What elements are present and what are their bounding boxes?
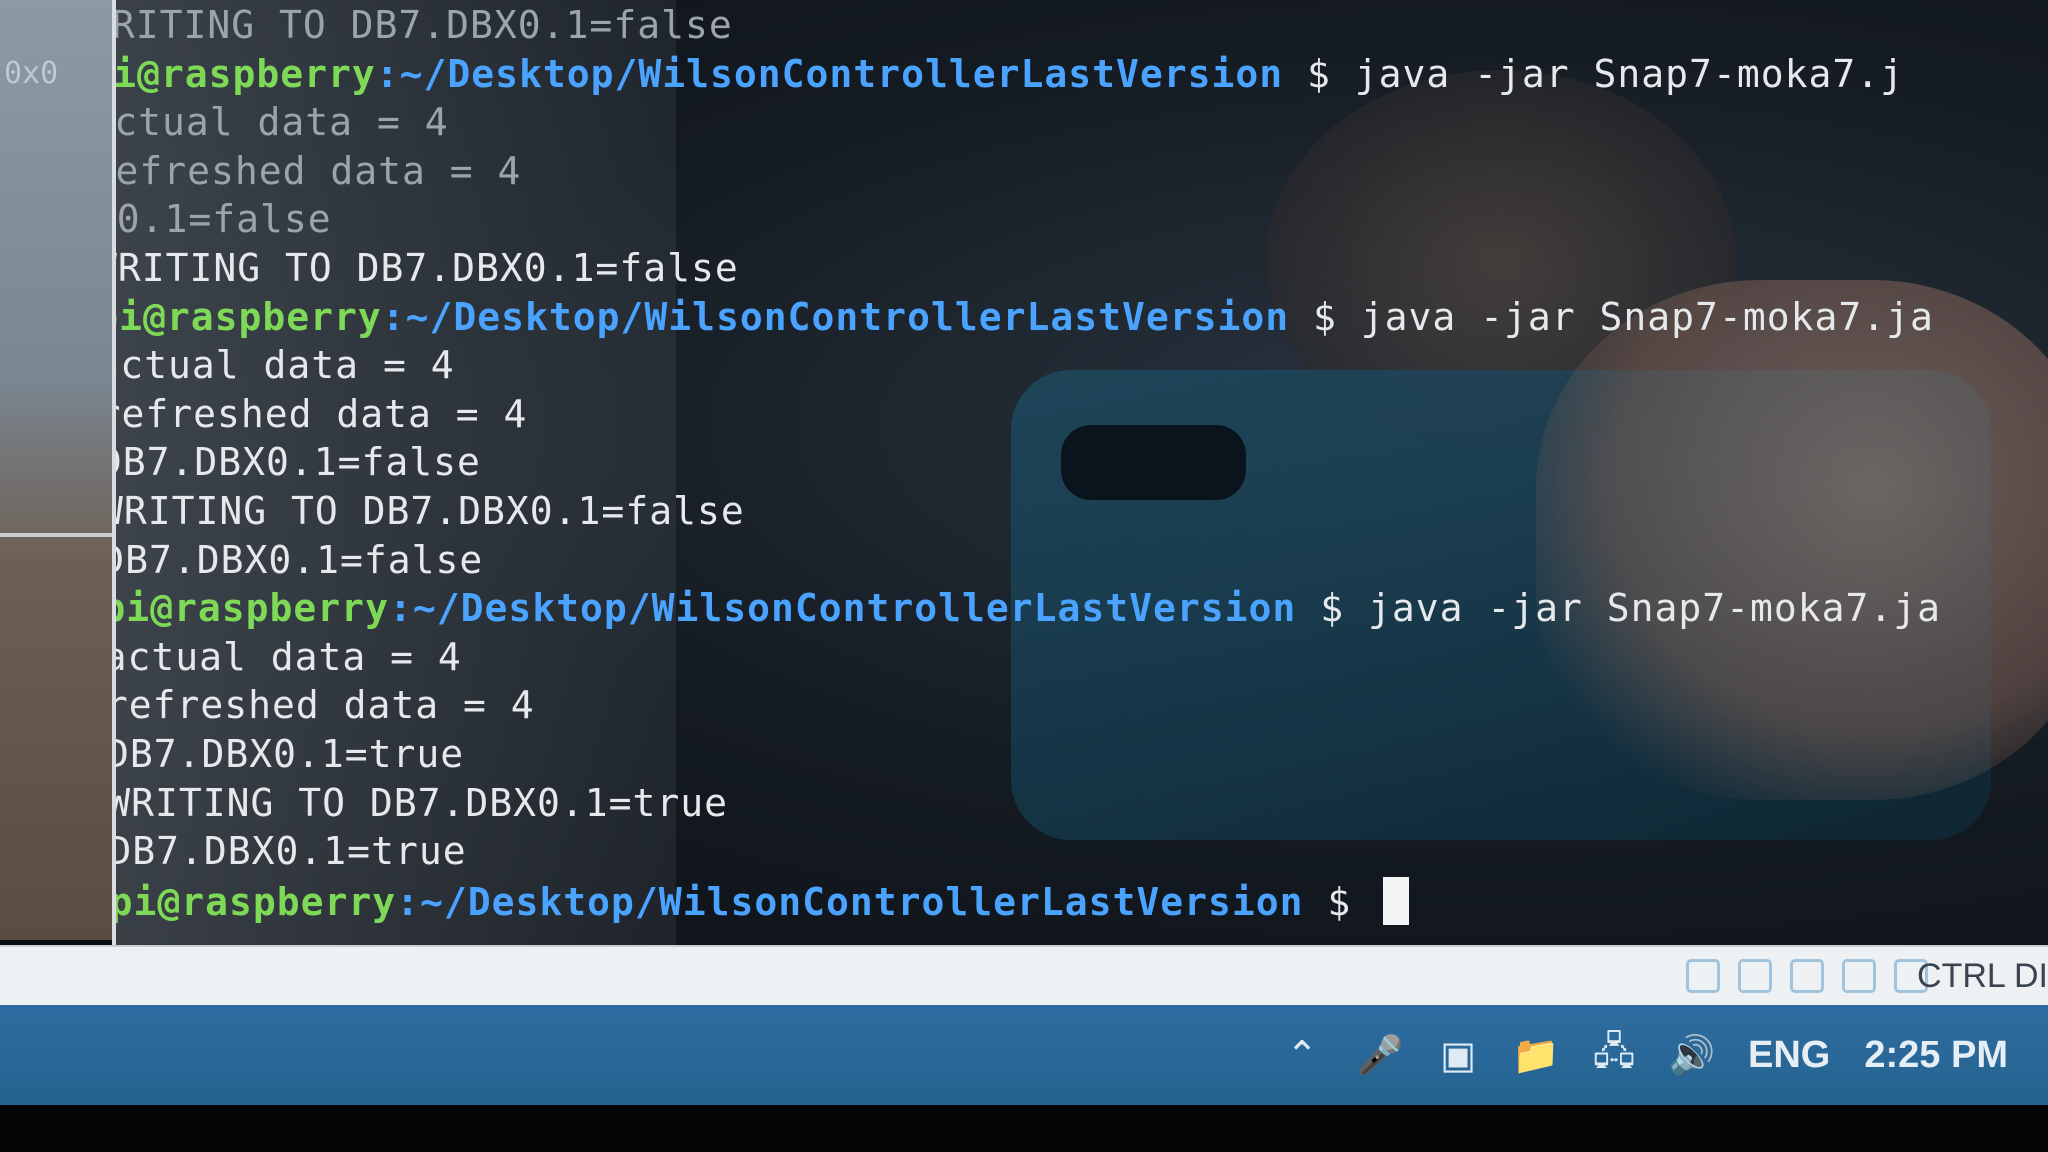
- vm-display-icon[interactable]: [1686, 959, 1720, 993]
- output-line: refreshed data = 4: [112, 683, 535, 728]
- screen-capture-icon[interactable]: ▣: [1436, 1033, 1480, 1077]
- prompt-line: pi@raspberry:~/Desktop/WilsonControllerL…: [112, 585, 1942, 631]
- prompt-user-host: pi@raspberry: [112, 294, 382, 339]
- output-line: WRITING TO DB7.DBX0.1=false: [112, 3, 733, 47]
- output-line: DB7.DBX0.1=true: [112, 829, 467, 874]
- folder-icon[interactable]: 📁: [1512, 1033, 1559, 1077]
- terminal-cursor[interactable]: [1383, 876, 1410, 925]
- monitor-bezel: [0, 1105, 2048, 1152]
- output-line: DB7.DBX0.1=true: [112, 732, 465, 776]
- output-line: actual data = 4: [112, 634, 462, 679]
- output-line: refreshed data = 4: [112, 148, 522, 193]
- volume-icon[interactable]: 🔊: [1668, 1033, 1715, 1077]
- output-line: WRITING TO DB7.DBX0.1=true: [112, 780, 729, 825]
- prompt-line: pi@raspberry:~/Desktop/WilsonControllerL…: [112, 51, 1904, 97]
- output-line: DB7.DBX0.1=false: [112, 440, 481, 485]
- command-text: java -jar Snap7-moka7.ja: [1367, 586, 1942, 631]
- prompt-user-host: pi@raspberry: [112, 879, 397, 924]
- prompt-line: pi@raspberry:~/Desktop/WilsonControllerL…: [112, 294, 1934, 340]
- prompt-path: :~/Desktop/WilsonControllerLastVersion: [396, 879, 1304, 924]
- reflection-phone-camera: [1061, 425, 1246, 500]
- terminal-window[interactable]: WRITING TO DB7.DBX0.1=false pi@raspberry:…: [112, 0, 2048, 945]
- background-window-text: 0x0: [4, 56, 59, 91]
- language-indicator[interactable]: ENG: [1748, 1034, 1830, 1077]
- vm-record-icon[interactable]: [1842, 959, 1876, 993]
- network-icon[interactable]: 🖧: [1592, 1029, 1636, 1077]
- system-tray: ⌃ 🎤 ▣ 📁 🖧 🔊 ENG 2:25 PM: [1280, 1005, 2008, 1105]
- output-line: actual data = 4: [112, 100, 449, 145]
- output-line: actual data = 4: [112, 343, 455, 388]
- prompt-symbol: $: [1296, 586, 1368, 631]
- chevron-up-icon[interactable]: ⌃: [1280, 1033, 1324, 1077]
- command-text: java -jar Snap7-moka7.j: [1354, 51, 1904, 96]
- command-text: java -jar Snap7-moka7.ja: [1360, 294, 1934, 339]
- vm-network-icon[interactable]: [1738, 959, 1772, 993]
- microphone-icon[interactable]: 🎤: [1356, 1033, 1403, 1077]
- prompt-symbol: $: [1303, 879, 1376, 924]
- vm-host-key-label: CTRL DI: [1917, 957, 2048, 995]
- prompt-symbol: $: [1283, 51, 1355, 96]
- output-line: WRITING TO DB7.DBX0.1=false: [112, 489, 745, 533]
- prompt-path: :~/Desktop/WilsonControllerLastVersion: [388, 586, 1297, 631]
- output-line: WRITING TO DB7.DBX0.1=false: [112, 246, 739, 290]
- output-line: M0.1=false: [112, 197, 332, 242]
- clock[interactable]: 2:25 PM: [1864, 1034, 2008, 1077]
- vm-status-bar: CTRL DI: [0, 945, 2048, 1007]
- prompt-symbol: $: [1289, 294, 1361, 339]
- vm-usb-icon[interactable]: [1790, 959, 1824, 993]
- prompt-user-host: pi@raspberry: [112, 586, 389, 631]
- prompt-line: pi@raspberry:~/Desktop/WilsonControllerL…: [112, 876, 1410, 925]
- prompt-path: :~/Desktop/WilsonControllerLastVersion: [381, 294, 1290, 339]
- prompt-path: :~/Desktop/WilsonControllerLastVersion: [375, 51, 1284, 96]
- vm-status-icons: [1686, 959, 1928, 993]
- prompt-user-host: pi@raspberry: [112, 51, 376, 96]
- output-line: refreshed data = 4: [112, 391, 528, 436]
- output-line: DB7.DBX0.1=false: [112, 537, 484, 582]
- reflection-hand: [1536, 280, 2048, 800]
- windows-taskbar: ⌃ 🎤 ▣ 📁 🖧 🔊 ENG 2:25 PM: [0, 1005, 2048, 1105]
